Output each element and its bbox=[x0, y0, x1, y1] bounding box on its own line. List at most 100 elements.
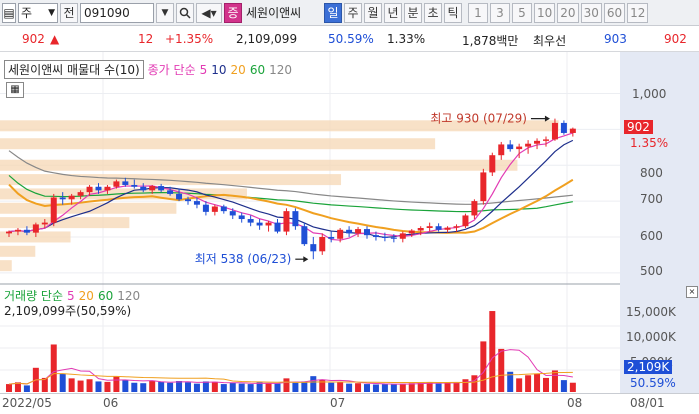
jeung-badge[interactable]: 증 bbox=[224, 2, 242, 23]
sound-icon[interactable]: ◀▾ bbox=[196, 2, 222, 23]
tab-period-day[interactable]: 일 bbox=[324, 2, 342, 23]
up-arrow-icon: ▲ bbox=[50, 32, 60, 46]
tab-period-week[interactable]: 주 bbox=[344, 2, 362, 23]
trade-amount: 1,878백만 bbox=[462, 34, 519, 48]
current-price-pct: 1.35% bbox=[630, 136, 669, 150]
volume-bar bbox=[50, 344, 57, 392]
volume-current-value: 2,109,099주(50,59%) bbox=[4, 304, 132, 318]
tab-period-tick[interactable]: 틱 bbox=[444, 2, 462, 23]
search-icon[interactable] bbox=[176, 2, 194, 23]
legend-stock-box[interactable]: 세원이앤씨 매물대 수(10) bbox=[4, 60, 144, 79]
volume-bar bbox=[274, 383, 281, 392]
volume-bar bbox=[104, 381, 111, 392]
candle-body bbox=[283, 211, 290, 232]
candle-body bbox=[435, 226, 442, 230]
legend-ma120: 120 bbox=[269, 62, 293, 77]
volume-profile-bar bbox=[0, 138, 436, 150]
candle-body bbox=[247, 219, 254, 223]
candle-body bbox=[346, 229, 353, 234]
quote-bar: 902 ▲ 12 +1.35% 2,109,099 50.59% 1.33% 1… bbox=[0, 27, 699, 52]
candle-body bbox=[86, 186, 93, 193]
candle-body bbox=[229, 211, 236, 216]
price-legend: 세원이앤씨 매물대 수(10) 종가 단순 5 10 20 60 120 bbox=[4, 60, 292, 79]
volume-bar bbox=[86, 379, 93, 392]
candle-body bbox=[408, 230, 415, 234]
volume-bar bbox=[283, 378, 290, 392]
volume-bar bbox=[471, 375, 478, 392]
tab-period-year[interactable]: 년 bbox=[384, 2, 402, 23]
candle-body bbox=[149, 186, 156, 191]
volume-bar bbox=[346, 383, 353, 392]
interval-5-button[interactable]: 5 bbox=[512, 2, 532, 23]
candle-body bbox=[122, 181, 129, 185]
volume-bar bbox=[480, 341, 487, 392]
code-dropdown-icon[interactable]: ▼ bbox=[156, 2, 174, 23]
legend-ma10: 10 bbox=[211, 62, 227, 77]
volume-bar bbox=[68, 378, 75, 392]
candle-body bbox=[185, 199, 191, 202]
interval-buttons: 1 3 5 10 20 30 60 12 bbox=[468, 2, 649, 23]
stock-code-input[interactable]: 091090 bbox=[80, 2, 154, 23]
candle-body bbox=[337, 229, 344, 239]
volume-bar bbox=[372, 384, 379, 392]
volume-bar bbox=[77, 380, 84, 392]
date-label: 08 bbox=[567, 396, 583, 410]
candle-body bbox=[569, 128, 576, 133]
candle-body bbox=[543, 139, 549, 141]
volume-bar bbox=[122, 380, 129, 392]
candle-body bbox=[23, 229, 30, 233]
volume-bar bbox=[220, 384, 227, 392]
volume-ratio: 50.59% bbox=[328, 32, 374, 46]
volume-profile-bar bbox=[0, 245, 36, 257]
volume-bar bbox=[247, 384, 254, 392]
candle-body bbox=[32, 224, 39, 233]
interval-1-button[interactable]: 1 bbox=[468, 2, 488, 23]
volume-bar bbox=[489, 311, 496, 392]
interval-10-button[interactable]: 10 bbox=[534, 2, 556, 23]
candle-body bbox=[140, 186, 147, 191]
volume-bar bbox=[310, 376, 317, 392]
candle-body bbox=[176, 193, 183, 200]
tab-period-second[interactable]: 초 bbox=[424, 2, 442, 23]
volume-ma5-line bbox=[8, 349, 573, 385]
candle-body bbox=[444, 227, 451, 230]
tab-period-minute[interactable]: 분 bbox=[404, 2, 422, 23]
candle-body bbox=[516, 146, 523, 150]
candle-body bbox=[417, 228, 424, 231]
stock-name: 세원이앤씨 bbox=[246, 6, 302, 20]
candle-body bbox=[507, 144, 514, 150]
volume-bar bbox=[516, 378, 523, 392]
interval-120-button[interactable]: 12 bbox=[627, 2, 649, 23]
interval-3-button[interactable]: 3 bbox=[490, 2, 510, 23]
candle-body bbox=[381, 236, 388, 238]
volume-bar bbox=[301, 381, 308, 392]
current-price: 902 bbox=[22, 32, 45, 46]
side-panel-toggle-icon[interactable]: ▤ bbox=[2, 2, 16, 23]
calculator-icon[interactable]: ▦ bbox=[6, 82, 24, 98]
tab-period-month[interactable]: 월 bbox=[364, 2, 382, 23]
legend-vol-ma60: 60 bbox=[97, 288, 114, 303]
chart-type-select[interactable]: 주 ▼ bbox=[18, 2, 58, 23]
current-volume-pct: 50.59% bbox=[630, 376, 676, 390]
volume-bar bbox=[543, 377, 549, 392]
interval-30-button[interactable]: 30 bbox=[580, 2, 602, 23]
volume-bar bbox=[149, 380, 156, 392]
volume-value: 2,109,099 bbox=[236, 32, 298, 46]
candle-body bbox=[77, 192, 84, 196]
candle-body bbox=[310, 244, 317, 252]
candle-body bbox=[462, 215, 469, 227]
interval-20-button[interactable]: 20 bbox=[557, 2, 579, 23]
volume-bar bbox=[113, 376, 120, 392]
volume-profile-bar bbox=[0, 174, 342, 186]
volume-tick: 15,000K bbox=[626, 305, 676, 319]
stock-chart[interactable]: 최고 930 (07/29) 최저 538 (06/23) bbox=[0, 52, 620, 393]
candle-body bbox=[211, 206, 218, 212]
current-volume-tag: 2,109K bbox=[624, 360, 673, 374]
candle-body bbox=[560, 122, 567, 133]
close-pane-icon[interactable]: × bbox=[686, 286, 698, 298]
interval-60-button[interactable]: 60 bbox=[603, 2, 626, 23]
candle-body bbox=[489, 155, 496, 173]
best-quote-label: 최우선 bbox=[533, 34, 567, 48]
bid-price: 902 bbox=[664, 32, 687, 46]
jeon-button[interactable]: 전 bbox=[60, 2, 78, 23]
